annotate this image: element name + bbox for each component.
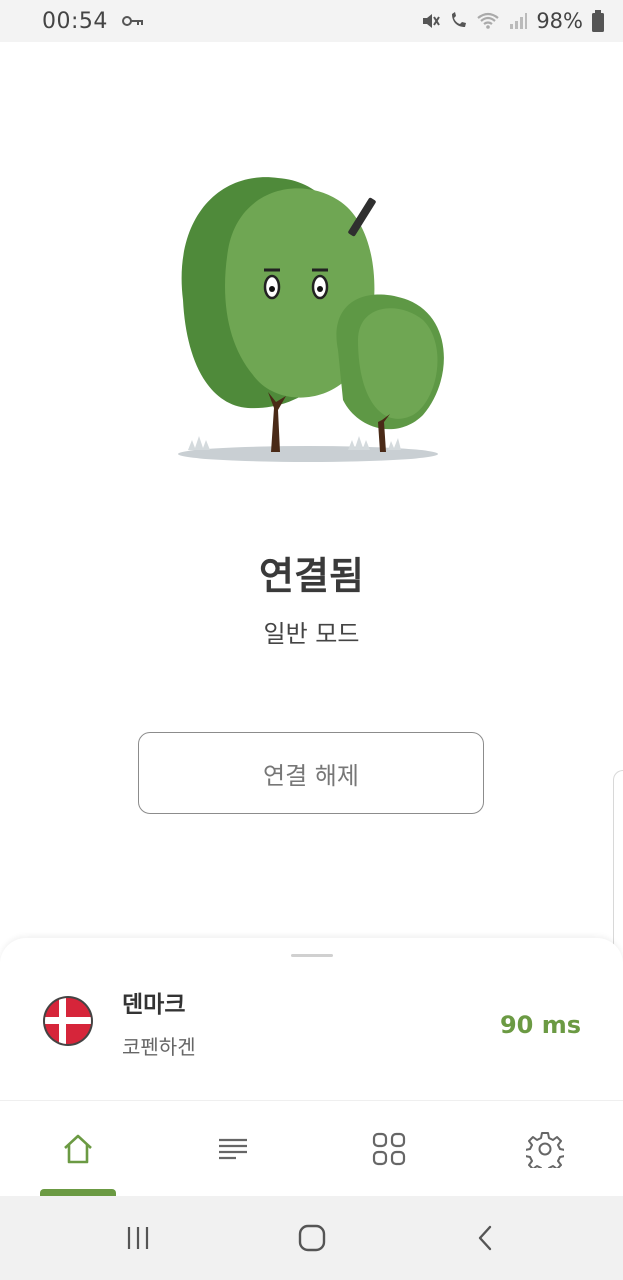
nav-grid[interactable] <box>329 1101 449 1197</box>
home-circle-icon <box>298 1224 326 1252</box>
battery-percent: 98% <box>536 9 583 33</box>
vpn-key-icon <box>121 16 143 26</box>
server-latency: 90 ms <box>499 1011 581 1039</box>
server-sheet[interactable]: 덴마크 코펜하겐 90 ms <box>0 938 623 1100</box>
settings-icon <box>526 1132 564 1168</box>
back-arrow-icon <box>478 1225 492 1251</box>
nav-list[interactable] <box>173 1101 293 1197</box>
home-system-button[interactable] <box>282 1218 342 1258</box>
status-time: 00:54 <box>42 8 108 34</box>
list-icon <box>219 1138 247 1160</box>
nav-home[interactable] <box>18 1101 138 1197</box>
recent-apps-icon <box>127 1227 149 1249</box>
nav-settings[interactable] <box>485 1101 605 1197</box>
server-city: 코펜하겐 <box>122 1035 196 1059</box>
disconnect-button[interactable]: 연결 해제 <box>138 732 484 814</box>
mute-icon <box>423 14 441 28</box>
server-country: 덴마크 <box>122 992 186 1018</box>
bottom-navigation <box>0 1100 623 1196</box>
recent-apps-button[interactable] <box>108 1218 168 1258</box>
signal-icon <box>510 13 528 29</box>
grid-icon <box>372 1132 406 1166</box>
status-bar: 00:54 98% <box>0 0 623 42</box>
denmark-flag-icon <box>43 996 93 1046</box>
wifi-call-icon <box>452 12 467 27</box>
back-button[interactable] <box>456 1218 516 1258</box>
system-navigation-bar <box>0 1196 623 1280</box>
home-icon <box>64 1134 92 1164</box>
connected-bush-illustration <box>178 177 444 462</box>
connection-status-title: 연결됨 <box>259 554 364 598</box>
wifi-icon <box>477 12 499 29</box>
connection-mode: 일반 모드 <box>263 620 360 648</box>
battery-icon <box>592 10 604 32</box>
sheet-grab-handle[interactable] <box>291 954 333 957</box>
